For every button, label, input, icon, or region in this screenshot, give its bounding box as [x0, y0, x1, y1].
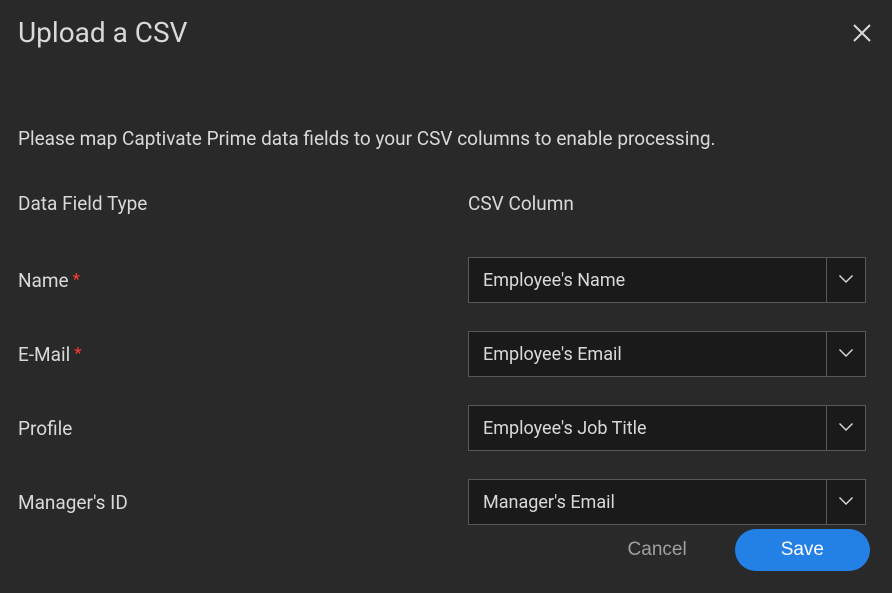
- field-label-manager: Manager's ID: [18, 491, 128, 514]
- field-row-manager: Manager's ID Manager's Email: [18, 479, 874, 525]
- field-label-name: Name: [18, 269, 69, 292]
- cancel-button[interactable]: Cancel: [628, 539, 687, 561]
- chevron-down-icon: [827, 480, 865, 524]
- required-indicator: *: [73, 270, 80, 290]
- data-field-type-header: Data Field Type: [18, 192, 147, 215]
- dropdown-value: Manager's Email: [469, 480, 827, 524]
- dropdown-name[interactable]: Employee's Name: [468, 257, 866, 303]
- dropdown-manager[interactable]: Manager's Email: [468, 479, 866, 525]
- dropdown-value: Employee's Job Title: [469, 406, 827, 450]
- dropdown-value: Employee's Name: [469, 258, 827, 302]
- chevron-down-icon: [827, 332, 865, 376]
- close-icon: [852, 23, 872, 43]
- dialog-title: Upload a CSV: [18, 16, 187, 49]
- field-label-profile: Profile: [18, 417, 72, 440]
- instruction-text: Please map Captivate Prime data fields t…: [18, 127, 874, 150]
- dropdown-profile[interactable]: Employee's Job Title: [468, 405, 866, 451]
- chevron-down-icon: [827, 258, 865, 302]
- field-row-profile: Profile Employee's Job Title: [18, 405, 874, 451]
- dropdown-email[interactable]: Employee's Email: [468, 331, 866, 377]
- field-row-name: Name * Employee's Name: [18, 257, 874, 303]
- field-label-email: E-Mail: [18, 343, 70, 366]
- field-row-email: E-Mail * Employee's Email: [18, 331, 874, 377]
- dropdown-value: Employee's Email: [469, 332, 827, 376]
- close-button[interactable]: [850, 21, 874, 45]
- chevron-down-icon: [827, 406, 865, 450]
- csv-column-header: CSV Column: [468, 192, 574, 215]
- save-button[interactable]: Save: [735, 529, 870, 571]
- required-indicator: *: [74, 344, 81, 364]
